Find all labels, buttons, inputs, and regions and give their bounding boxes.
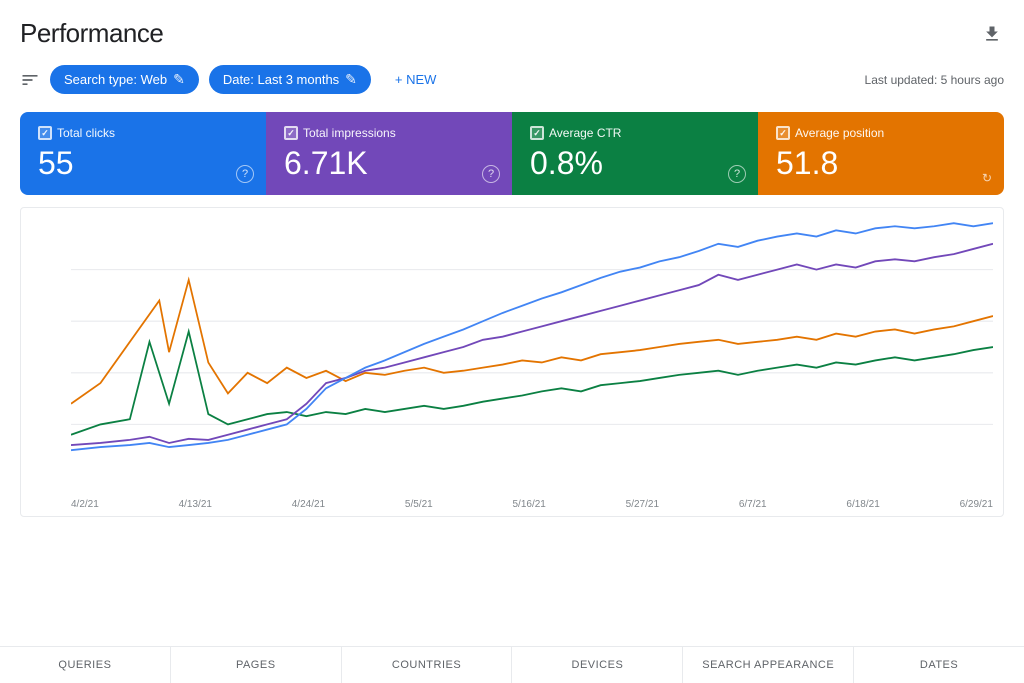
date-label: Date: Last 3 months <box>223 72 339 87</box>
metric-card-impressions[interactable]: Total impressions 6.71K ? <box>266 112 512 195</box>
impressions-info-icon[interactable]: ? <box>482 165 500 183</box>
x-label-2: 4/24/21 <box>292 499 325 510</box>
toolbar: Search type: Web ✎ Date: Last 3 months ✎… <box>0 57 1024 104</box>
impressions-checkbox[interactable] <box>284 126 298 140</box>
metrics-row: Total clicks 55 ? Total impressions 6.71… <box>20 112 1004 195</box>
x-label-5: 5/27/21 <box>626 499 659 510</box>
position-checkbox[interactable] <box>776 126 790 140</box>
x-label-6: 6/7/21 <box>739 499 767 510</box>
clicks-checkbox[interactable] <box>38 126 52 140</box>
clicks-info-icon[interactable]: ? <box>236 165 254 183</box>
x-label-7: 6/18/21 <box>846 499 879 510</box>
download-icon[interactable] <box>980 22 1004 46</box>
metric-value-ctr: 0.8% <box>530 146 740 181</box>
new-button[interactable]: + NEW <box>381 66 451 93</box>
ctr-info-icon[interactable]: ? <box>728 165 746 183</box>
metric-label-clicks: Total clicks <box>38 126 248 140</box>
metric-label-ctr: Average CTR <box>530 126 740 140</box>
metric-value-clicks: 55 <box>38 146 248 181</box>
position-trend-icon: ↻ <box>982 171 992 185</box>
page-title: Performance <box>20 18 163 49</box>
tab-pages[interactable]: PAGES <box>171 647 342 683</box>
metric-value-position: 51.8 <box>776 146 986 181</box>
metric-card-clicks[interactable]: Total clicks 55 ? <box>20 112 266 195</box>
date-edit-icon: ✎ <box>345 71 357 88</box>
metric-card-ctr[interactable]: Average CTR 0.8% ? <box>512 112 758 195</box>
x-label-4: 5/16/21 <box>513 499 546 510</box>
tab-dates[interactable]: DATES <box>854 647 1024 683</box>
metric-label-impressions: Total impressions <box>284 126 494 140</box>
x-label-8: 6/29/21 <box>960 499 993 510</box>
x-label-1: 4/13/21 <box>179 499 212 510</box>
date-chip[interactable]: Date: Last 3 months ✎ <box>209 65 371 94</box>
tab-search-appearance[interactable]: SEARCH APPEARANCE <box>683 647 854 683</box>
header: Performance <box>0 0 1024 57</box>
last-updated: Last updated: 5 hours ago <box>865 73 1004 87</box>
chart-svg <box>71 218 993 476</box>
x-label-0: 4/2/21 <box>71 499 99 510</box>
x-label-3: 5/5/21 <box>405 499 433 510</box>
tab-devices[interactable]: DEVICES <box>512 647 683 683</box>
metric-label-position: Average position <box>776 126 986 140</box>
ctr-checkbox[interactable] <box>530 126 544 140</box>
filter-icon[interactable] <box>20 70 40 90</box>
page-wrapper: Performance Search type: Web ✎ Date: Las… <box>0 0 1024 683</box>
tab-countries[interactable]: COUNTRIES <box>342 647 513 683</box>
search-type-label: Search type: Web <box>64 72 167 87</box>
metric-value-impressions: 6.71K <box>284 146 494 181</box>
tab-queries[interactable]: QUERIES <box>0 647 171 683</box>
bottom-tabs: QUERIES PAGES COUNTRIES DEVICES SEARCH A… <box>0 646 1024 683</box>
search-type-chip[interactable]: Search type: Web ✎ <box>50 65 199 94</box>
metric-card-position[interactable]: Average position 51.8 ↻ <box>758 112 1004 195</box>
chart-area: 4/2/21 4/13/21 4/24/21 5/5/21 5/16/21 5/… <box>20 207 1004 517</box>
header-right <box>980 22 1004 46</box>
search-type-edit-icon: ✎ <box>173 71 185 88</box>
